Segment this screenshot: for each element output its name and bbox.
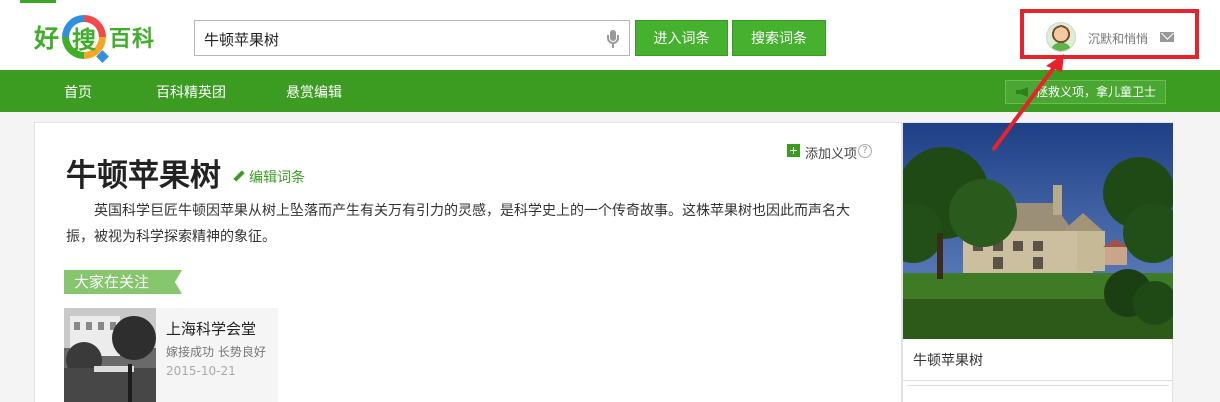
- annotation-arrow: [991, 54, 1064, 152]
